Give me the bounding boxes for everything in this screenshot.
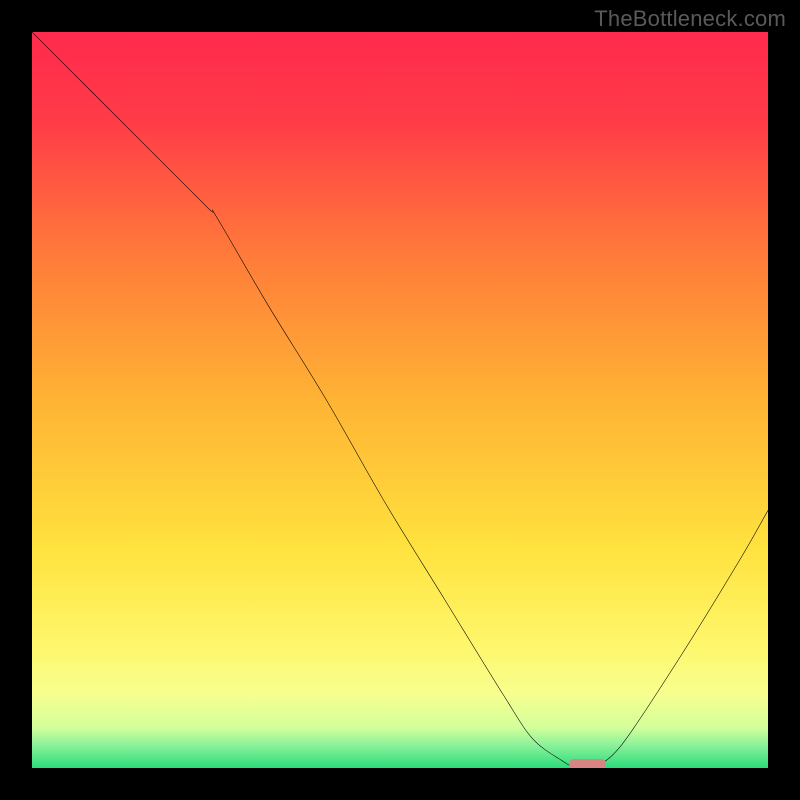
watermark-text: TheBottleneck.com <box>594 6 786 32</box>
optimal-marker <box>569 759 606 768</box>
bottleneck-curve <box>32 32 768 768</box>
plot-area <box>32 32 768 768</box>
chart-frame <box>0 0 800 800</box>
